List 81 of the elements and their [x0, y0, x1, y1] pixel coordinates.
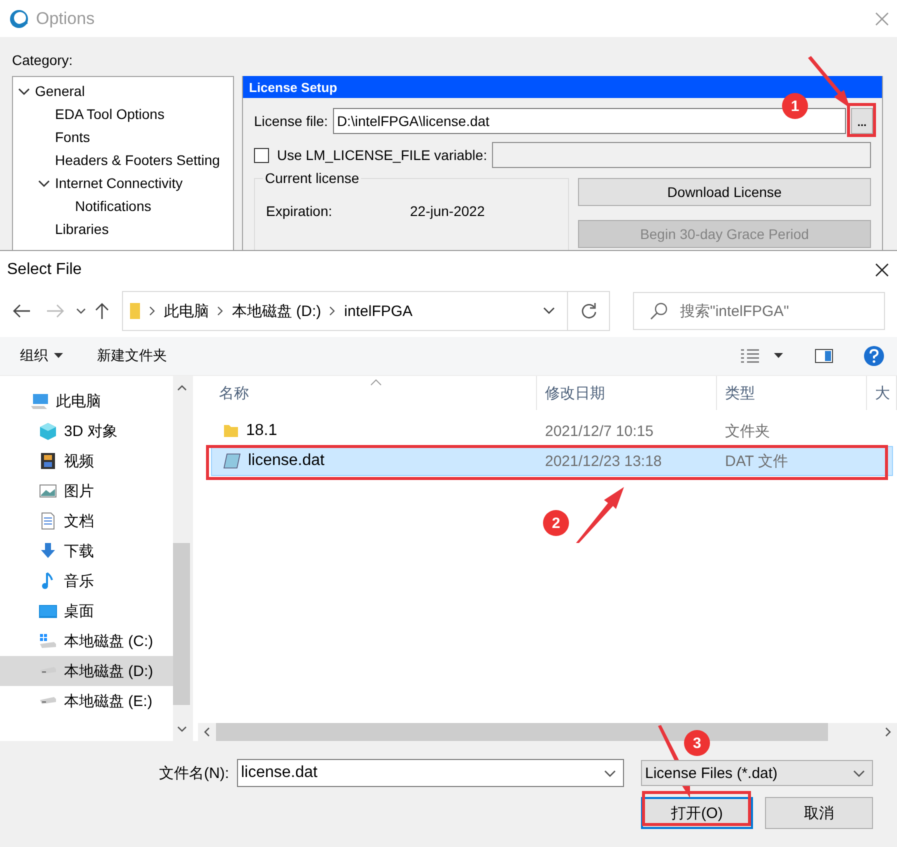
tree-item[interactable]: Libraries [55, 220, 109, 236]
modified-cell-text: 2021/12/23 13:18 [544, 452, 663, 470]
cube-icon [38, 421, 58, 441]
browse-button[interactable]: ... [851, 108, 873, 134]
file-name: 18.1 [246, 422, 278, 440]
breadcrumb-item[interactable]: 本地磁盘 (D:) [232, 302, 322, 320]
address-bar[interactable]: 此电脑 本地磁盘 (D:) intelFPGA [122, 291, 610, 331]
file-row[interactable]: 18.1 2021/12/7 10:15 文件夹 [211, 416, 893, 446]
file-row[interactable]: license.dat 2021/12/23 13:18 DAT 文件 [211, 446, 893, 476]
column-header[interactable]: 名称 [193, 376, 537, 410]
column-header[interactable]: 修改日期 [537, 376, 717, 410]
breadcrumb-item[interactable]: intelFPGA [344, 302, 413, 320]
column-header[interactable]: 大 [867, 376, 897, 410]
tree-item[interactable]: Headers & Footers Setting [55, 152, 220, 168]
caret-icon [54, 353, 63, 359]
drive-icon [38, 666, 58, 676]
tree-item[interactable]: Fonts [55, 128, 90, 144]
drive-icon [38, 696, 58, 706]
file-name-field[interactable]: license.dat [237, 759, 624, 787]
view-list-icon[interactable] [740, 349, 760, 363]
tree-item[interactable]: Notifications [75, 198, 152, 214]
preview-pane-icon[interactable] [815, 349, 833, 363]
field-label: Expiration: [266, 203, 334, 219]
toolbar-button[interactable]: 新建文件夹 [97, 347, 167, 365]
tree-item[interactable]: EDA Tool Options [55, 106, 164, 122]
highlight-frame [847, 103, 876, 137]
breadcrumb-item[interactable]: 此电脑 [164, 302, 209, 320]
annotation-arrow [808, 58, 850, 108]
computer-icon [30, 391, 50, 411]
category-label: Category: [12, 52, 74, 68]
variable-field[interactable] [492, 142, 871, 168]
tree-item[interactable]: General [35, 82, 85, 98]
chevron-right-icon[interactable] [149, 306, 156, 316]
modified-cell-text: 2021/12/7 10:15 [544, 422, 654, 440]
group-title: Current license [263, 170, 362, 186]
nav-item[interactable]: 图片 [0, 476, 173, 506]
folder-icon [129, 302, 141, 320]
vertical-scrollbar[interactable] [173, 376, 190, 741]
cancel-button[interactable]: 取消 [765, 797, 873, 829]
nav-item[interactable]: 此电脑 [0, 386, 173, 416]
nav-item[interactable]: 本地磁盘 (C:) [0, 626, 173, 656]
app-logo-icon [8, 8, 30, 30]
annotation-arrow [576, 487, 624, 543]
checkbox-label: Use LM_LICENSE_FILE variable: [277, 147, 488, 163]
file-name-label: 文件名(N): [159, 764, 229, 782]
field-value: 22-jun-2022 [410, 203, 486, 219]
chevron-right-icon[interactable] [329, 306, 336, 316]
chevron-right-icon[interactable] [217, 306, 224, 316]
sort-caret-icon [370, 379, 382, 386]
file-type-dropdown[interactable]: License Files (*.dat) [641, 760, 873, 786]
nav-item[interactable]: 下载 [0, 536, 173, 566]
help-icon[interactable] [863, 345, 885, 367]
nav-item[interactable]: 本地磁盘 (E:) [0, 686, 173, 716]
window-title: Options [36, 8, 95, 28]
file-name: license.dat [248, 452, 324, 470]
type-cell-text: 文件夹 [724, 422, 771, 440]
nav-item[interactable]: 桌面 [0, 596, 173, 626]
type-cell-text: DAT 文件 [724, 452, 789, 470]
panel-title: License Setup [243, 76, 882, 98]
license-button[interactable]: Download License [578, 178, 871, 206]
caret-icon[interactable] [774, 353, 783, 359]
checkbox[interactable] [254, 148, 269, 162]
nav-item[interactable]: 文档 [0, 506, 173, 536]
nav-item[interactable]: 3D 对象 [0, 416, 173, 446]
nav-item[interactable]: 音乐 [0, 566, 173, 596]
nav-item[interactable]: 视频 [0, 446, 173, 476]
film-icon [38, 451, 58, 471]
close-icon[interactable] [875, 263, 889, 277]
dialog-title: Select File [7, 261, 82, 279]
license-file-label: License file: [254, 113, 328, 129]
refresh-icon [580, 302, 598, 320]
nav-item[interactable]: 本地磁盘 (D:) [0, 656, 173, 686]
column-header[interactable]: 类型 [717, 376, 867, 410]
toolbar-button[interactable]: 组织 [20, 347, 63, 365]
search-field[interactable]: 搜索"intelFPGA" [633, 292, 885, 330]
tree-item[interactable]: Internet Connectivity [55, 174, 183, 190]
search-icon [650, 302, 668, 320]
folder-icon [222, 422, 240, 440]
recent-chevron-icon[interactable] [74, 307, 88, 315]
file-icon [222, 452, 242, 470]
drive-icon [38, 631, 58, 651]
